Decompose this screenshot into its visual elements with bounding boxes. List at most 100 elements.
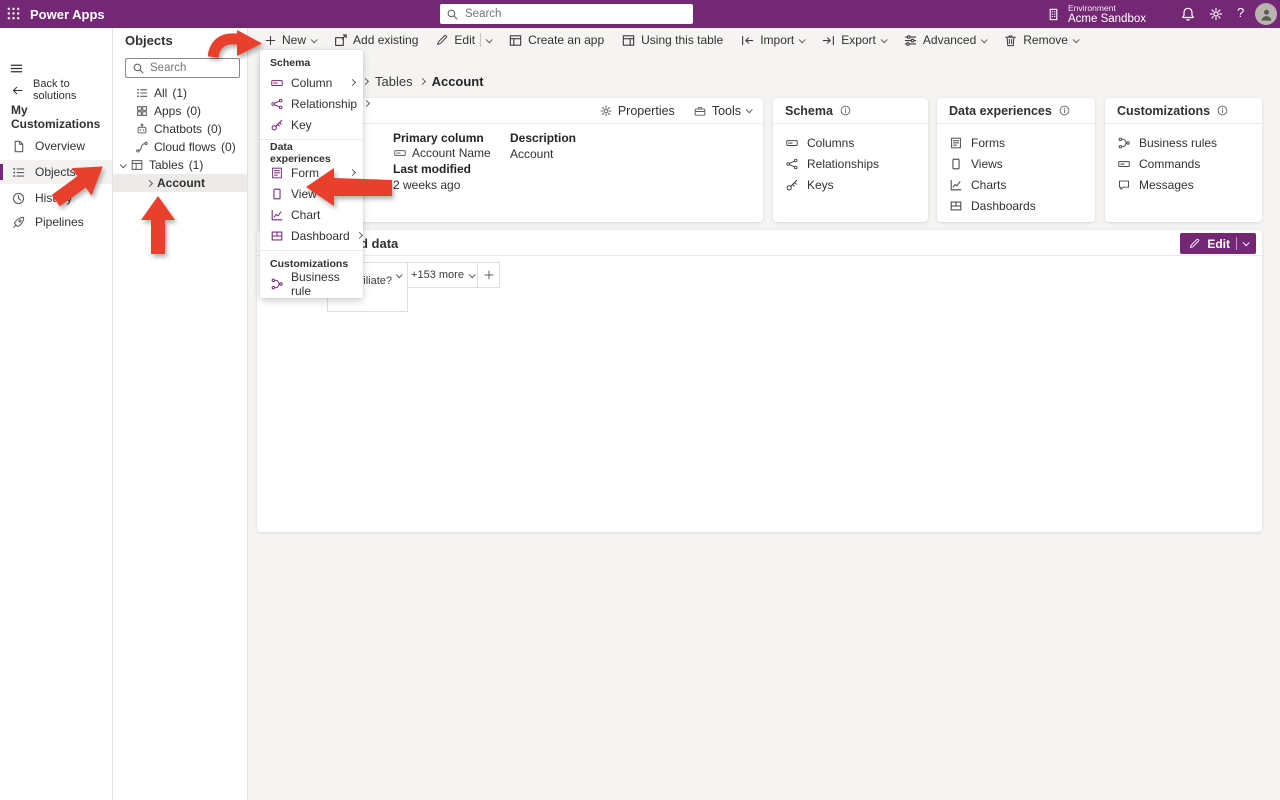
dashboard-icon <box>270 229 284 243</box>
plus-icon <box>264 34 277 47</box>
menu-item-label: Dashboard <box>291 229 350 243</box>
primary-column-value[interactable]: Account Name <box>393 146 491 160</box>
objects-panel: Objects All (1) Apps (0) Chatbots (0) Cl… <box>113 28 248 800</box>
tree-item-tables[interactable]: Tables (1) <box>113 156 247 174</box>
search-icon <box>132 62 145 75</box>
back-to-solutions-link[interactable]: Back to solutions <box>0 80 112 100</box>
properties-button[interactable]: Properties <box>599 104 675 118</box>
schema-relationships-link[interactable]: Relationships <box>785 153 916 174</box>
description-label: Description <box>510 131 576 145</box>
new-button[interactable]: New <box>264 33 316 47</box>
create-an-app-button[interactable]: Create an app <box>508 33 604 48</box>
form-icon <box>270 166 284 180</box>
tree-item-apps[interactable]: Apps (0) <box>113 102 247 120</box>
objects-search-input[interactable] <box>150 62 220 74</box>
properties-gear-icon <box>599 104 613 118</box>
tree-item-account[interactable]: Account <box>113 174 247 192</box>
charts-link[interactable]: Charts <box>949 174 1083 195</box>
commands-link[interactable]: Commands <box>1117 153 1250 174</box>
menu-item-business-rule[interactable]: Business rule <box>260 273 363 294</box>
environment-picker[interactable]: Environment Acme Sandbox <box>1046 0 1146 28</box>
keys-icon <box>785 178 799 192</box>
selected-indicator <box>0 164 3 180</box>
relationships-icon <box>785 157 799 171</box>
menu-item-key[interactable]: Key <box>260 114 363 135</box>
menu-item-label: Column <box>291 76 332 90</box>
tree-item-count: (1) <box>172 86 187 100</box>
tree-item-chatbots[interactable]: Chatbots (0) <box>113 120 247 138</box>
global-search-box[interactable] <box>440 4 693 24</box>
pipelines-icon <box>11 215 26 230</box>
more-columns-button[interactable]: +153 more <box>407 262 478 288</box>
user-avatar[interactable] <box>1255 3 1277 25</box>
environment-name: Acme Sandbox <box>1068 13 1146 25</box>
help-icon[interactable]: ? <box>1237 5 1244 20</box>
export-icon <box>821 33 836 48</box>
properties-label: Properties <box>618 104 675 118</box>
add-existing-button[interactable]: Add existing <box>333 33 418 48</box>
info-icon[interactable] <box>1058 104 1071 117</box>
menu-separator <box>260 250 363 251</box>
tree-item-cloud-flows[interactable]: Cloud flows (0) <box>113 138 247 156</box>
customizations-card-title: Customizations <box>1117 104 1210 118</box>
chevron-right-icon[interactable] <box>146 179 153 186</box>
customizations-card: Customizations Business rules Commands M… <box>1105 98 1262 222</box>
tree-item-count: (0) <box>207 122 222 136</box>
chevron-down-icon[interactable] <box>1243 239 1250 246</box>
menu-item-relationship[interactable]: Relationship <box>260 93 363 114</box>
chevron-down-icon <box>1073 36 1080 43</box>
remove-button[interactable]: Remove <box>1003 33 1078 48</box>
submenu-chevron-icon <box>349 79 356 86</box>
add-column-button[interactable] <box>477 262 500 288</box>
hamburger-menu-icon[interactable] <box>9 61 24 76</box>
menu-item-dashboard[interactable]: Dashboard <box>260 225 363 246</box>
breadcrumb-tables[interactable]: Tables <box>375 74 413 89</box>
business-rule-icon <box>270 277 284 291</box>
import-button[interactable]: Import <box>740 33 804 48</box>
settings-gear-icon[interactable] <box>1208 6 1224 22</box>
views-icon <box>949 157 963 171</box>
cloud-flows-icon <box>135 140 149 154</box>
schema-columns-link[interactable]: Columns <box>785 132 916 153</box>
dashboards-link[interactable]: Dashboards <box>949 195 1083 216</box>
tree-item-label: Apps <box>154 104 181 118</box>
waffle-icon[interactable] <box>6 6 21 21</box>
views-link[interactable]: Views <box>949 153 1083 174</box>
command-bar: New Add existing Edit Create an app Usin… <box>264 28 1078 52</box>
sidebar-item-pipelines[interactable]: Pipelines <box>0 210 112 234</box>
link-label: Commands <box>1139 157 1200 171</box>
advanced-icon <box>903 33 918 48</box>
chevron-down-icon[interactable] <box>396 271 403 278</box>
menu-item-column[interactable]: Column <box>260 72 363 93</box>
info-icon[interactable] <box>1216 104 1229 117</box>
objects-search-box[interactable] <box>125 58 240 78</box>
export-button[interactable]: Export <box>821 33 886 48</box>
pencil-icon <box>1188 237 1201 250</box>
remove-trash-icon <box>1003 33 1018 48</box>
tree-item-label: Cloud flows <box>154 140 216 154</box>
chevron-down-icon[interactable] <box>120 161 127 168</box>
forms-link[interactable]: Forms <box>949 132 1083 153</box>
environment-icon <box>1046 7 1061 22</box>
edit-label: Edit <box>454 33 475 47</box>
global-search-input[interactable] <box>465 8 687 20</box>
edit-split-button[interactable]: Edit <box>435 33 491 47</box>
using-this-table-button[interactable]: Using this table <box>621 33 723 48</box>
text-field-icon <box>393 146 407 160</box>
advanced-button[interactable]: Advanced <box>903 33 986 48</box>
charts-icon <box>949 178 963 192</box>
edit-data-button[interactable]: Edit <box>1180 233 1256 254</box>
chevron-down-icon[interactable] <box>486 36 493 43</box>
messages-link[interactable]: Messages <box>1117 174 1250 195</box>
import-label: Import <box>760 33 794 47</box>
column-icon <box>270 76 284 90</box>
tools-button[interactable]: Tools <box>693 104 751 118</box>
schema-keys-link[interactable]: Keys <box>785 174 916 195</box>
notifications-bell-icon[interactable] <box>1180 6 1196 22</box>
info-icon[interactable] <box>839 104 852 117</box>
sidebar-item-label: Overview <box>35 139 85 153</box>
business-rules-link[interactable]: Business rules <box>1117 132 1250 153</box>
tree-item-all[interactable]: All (1) <box>113 84 247 102</box>
tools-label: Tools <box>712 104 741 118</box>
divider <box>480 33 481 47</box>
